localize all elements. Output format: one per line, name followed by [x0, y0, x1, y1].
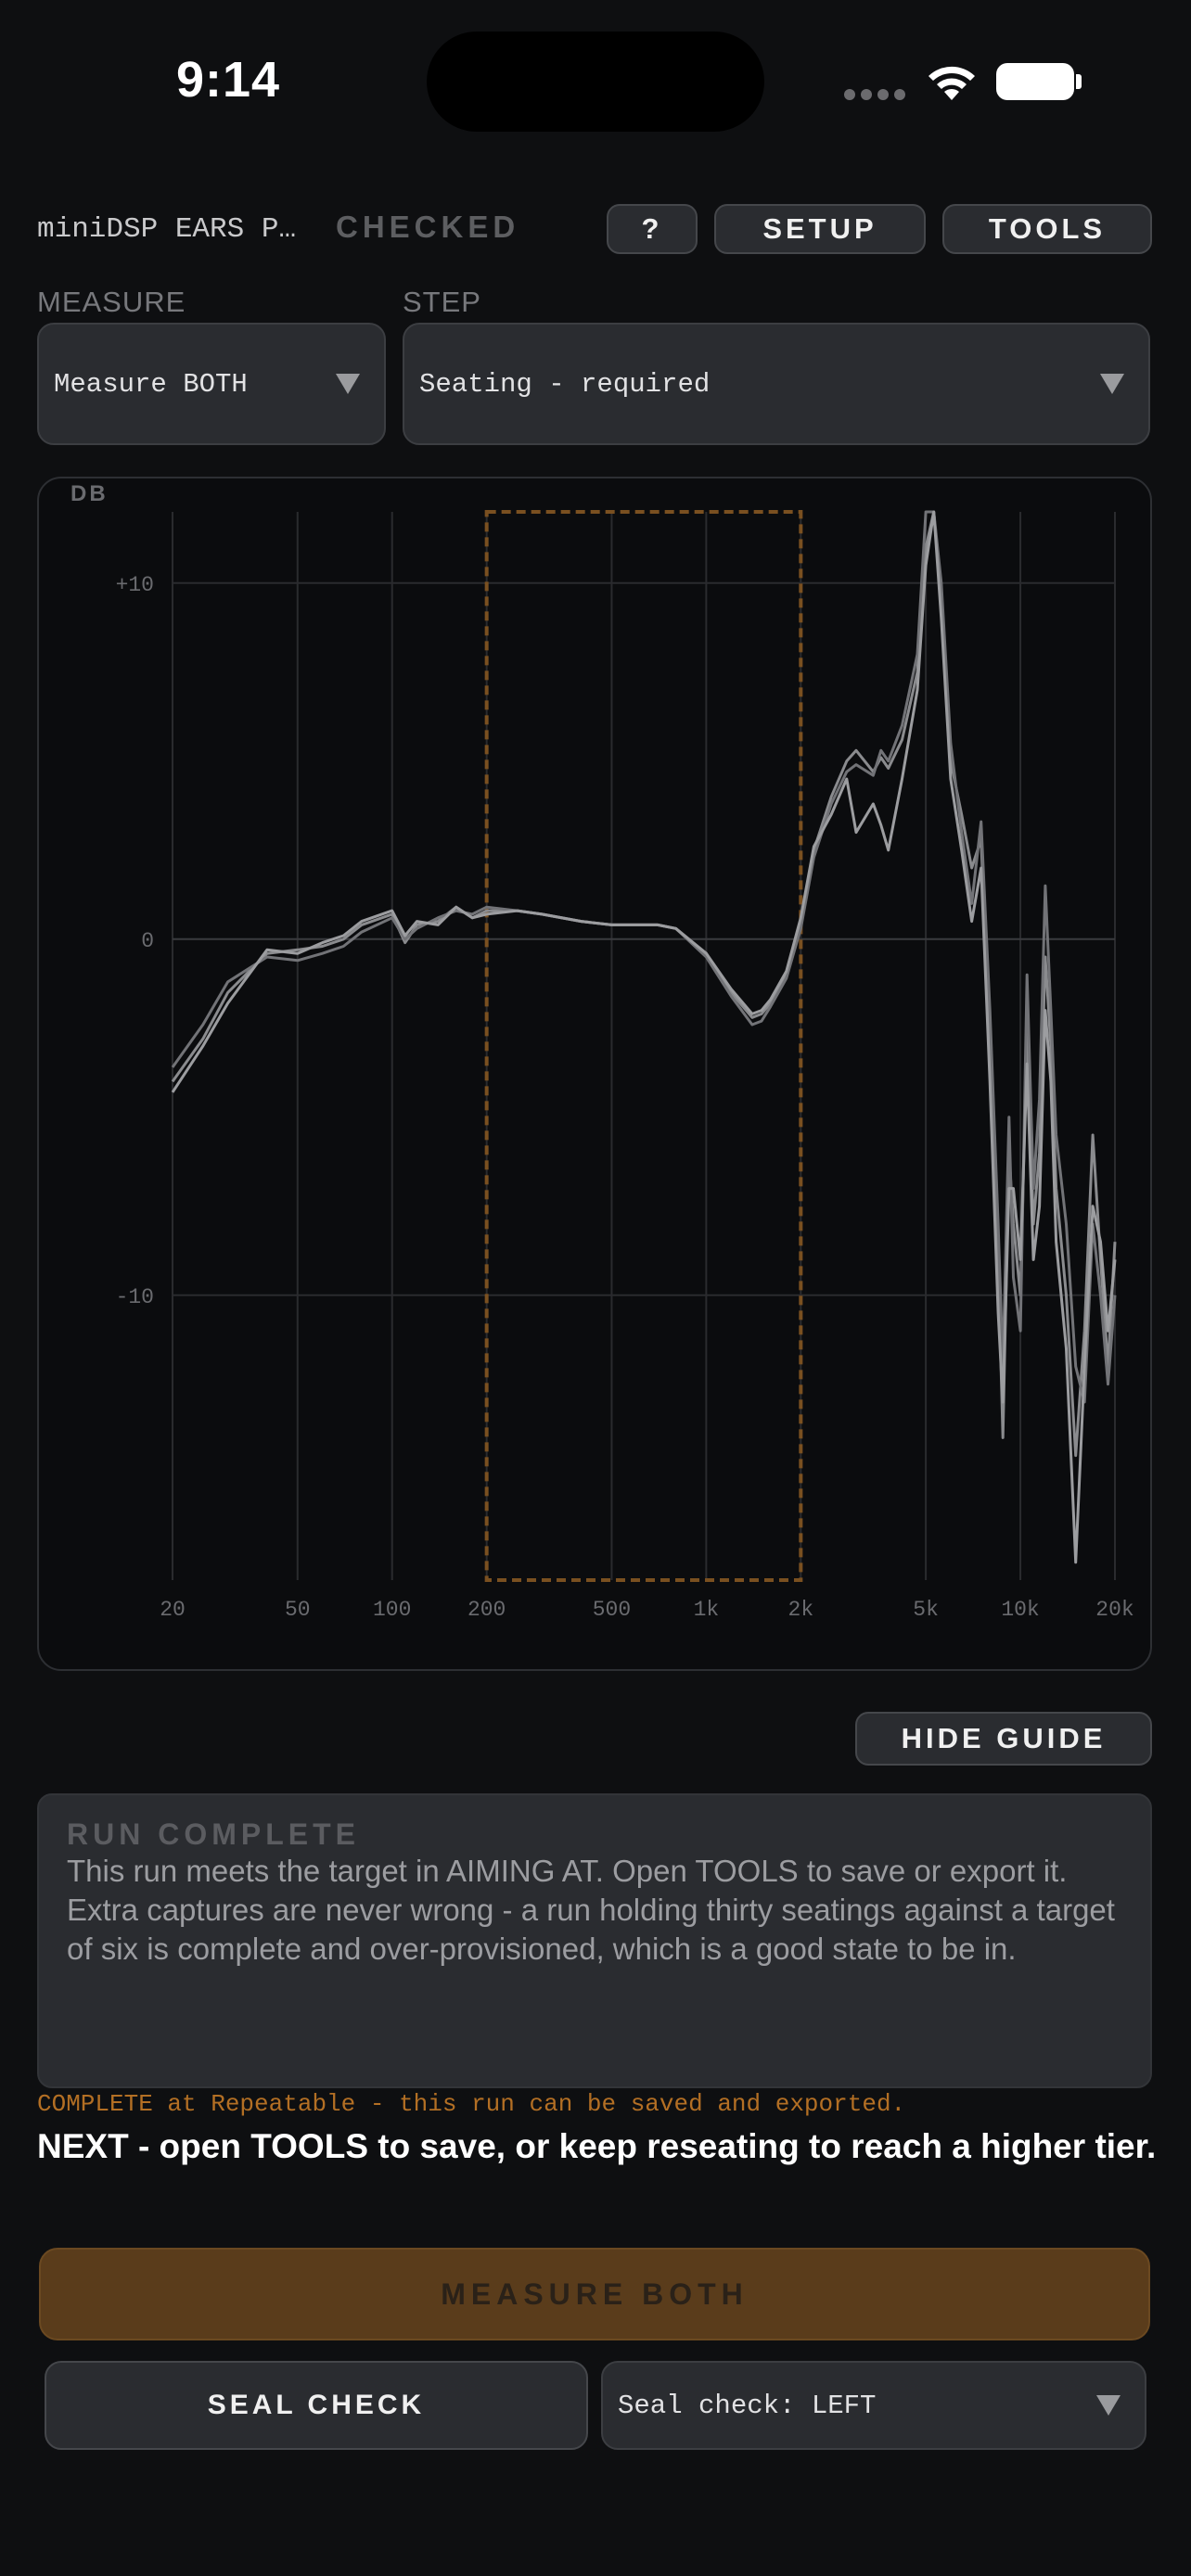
guide-panel: RUN COMPLETE This run meets the target i… [37, 1793, 1152, 2088]
y-tick-label: 0 [141, 929, 154, 953]
response-trace [171, 510, 1117, 1458]
target-range-box [484, 510, 803, 1582]
x-tick-label: 5k [913, 1598, 939, 1622]
y-axis-label: DB [70, 481, 109, 506]
x-tick-label: 500 [593, 1598, 631, 1622]
x-tick-label: 1k [694, 1598, 720, 1622]
seal-check-button[interactable]: SEAL CHECK [45, 2361, 588, 2450]
chart-svg: DB 20 50 100 200 500 1k 2k 5k 10k 20k +10 0 -10 [70, 481, 1134, 1622]
x-tick-label: 20 [160, 1598, 186, 1622]
x-tick-label: 200 [467, 1598, 506, 1622]
chevron-down-icon [1096, 2395, 1121, 2416]
seal-check-select[interactable]: Seal check: LEFT [601, 2361, 1146, 2450]
x-tick-label: 2k [788, 1598, 814, 1622]
seal-check-select-value: Seal check: LEFT [618, 2390, 877, 2421]
y-tick-label: +10 [116, 573, 154, 597]
guide-text-1: This run meets the target in AIMING AT. … [67, 1854, 1068, 1888]
measure-both-button[interactable]: MEASURE BOTH [39, 2248, 1150, 2340]
guide-title: RUN COMPLETE [67, 1817, 360, 1851]
response-trace [171, 510, 1117, 1404]
status-message: COMPLETE at Repeatable - this run can be… [37, 2090, 906, 2118]
guide-text-2: Extra captures are never wrong - a run h… [67, 1893, 1115, 1966]
x-tick-label: 10k [1001, 1598, 1039, 1622]
next-step-message: NEXT - open TOOLS to save, or keep resea… [37, 2127, 1157, 2165]
x-tick-label: 50 [285, 1598, 311, 1622]
response-trace [171, 510, 1117, 1564]
y-tick-label: -10 [116, 1285, 154, 1309]
x-tick-label: 100 [373, 1598, 411, 1622]
x-tick-label: 20k [1095, 1598, 1133, 1622]
hide-guide-button[interactable]: HIDE GUIDE [855, 1712, 1152, 1766]
